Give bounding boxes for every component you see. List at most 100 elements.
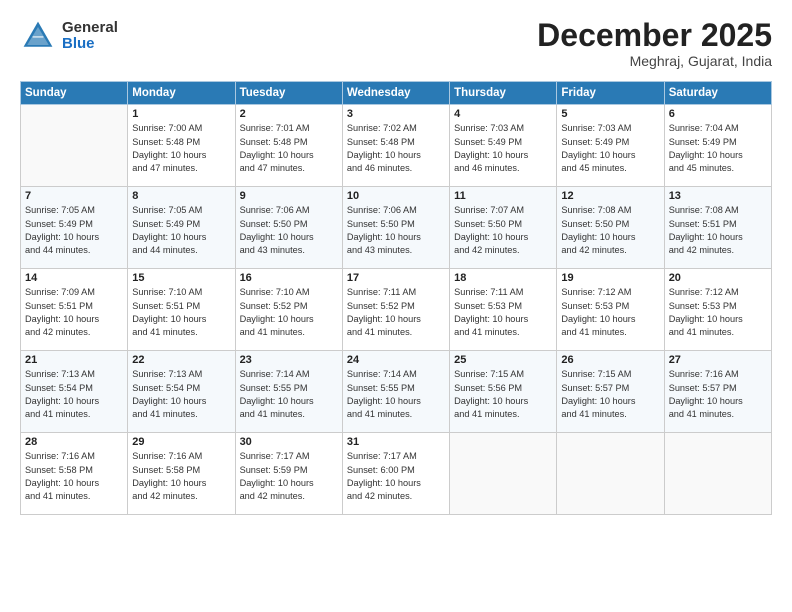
calendar-week-4: 21Sunrise: 7:13 AM Sunset: 5:54 PM Dayli…	[21, 351, 772, 433]
day-info: Sunrise: 7:02 AM Sunset: 5:48 PM Dayligh…	[347, 122, 445, 175]
location-subtitle: Meghraj, Gujarat, India	[537, 53, 772, 69]
calendar-cell: 10 Sunrise: 7:06 AM Sunset: 5:50 PM Dayli…	[342, 187, 449, 269]
col-wednesday: Wednesday	[342, 82, 449, 105]
calendar-cell: 1Sunrise: 7:00 AM Sunset: 5:48 PM Daylig…	[128, 105, 235, 187]
calendar-week-1: 1Sunrise: 7:00 AM Sunset: 5:48 PM Daylig…	[21, 105, 772, 187]
calendar-week-5: 28Sunrise: 7:16 AM Sunset: 5:58 PM Dayli…	[21, 433, 772, 515]
day-info: Sunrise: 7:06 AM Sunset: 5:50 PM Dayligh…	[347, 204, 445, 257]
day-info: Sunrise: 7:11 AM Sunset: 5:53 PM Dayligh…	[454, 286, 552, 339]
calendar-cell: 26Sunrise: 7:15 AM Sunset: 5:57 PM Dayli…	[557, 351, 664, 433]
day-number: 16	[240, 272, 338, 284]
calendar-cell	[664, 433, 771, 515]
calendar-cell: 6 Sunrise: 7:04 AM Sunset: 5:49 PM Daylig…	[664, 105, 771, 187]
day-number: 20	[669, 272, 767, 284]
calendar-cell: 7 Sunrise: 7:05 AM Sunset: 5:49 PM Daylig…	[21, 187, 128, 269]
calendar-cell	[21, 105, 128, 187]
day-number: 25	[454, 354, 552, 366]
calendar-cell: 17 Sunrise: 7:11 AM Sunset: 5:52 PM Dayli…	[342, 269, 449, 351]
calendar-table: Sunday Monday Tuesday Wednesday Thursday…	[20, 81, 772, 515]
day-number: 30	[240, 436, 338, 448]
day-number: 23	[240, 354, 338, 366]
day-number: 10	[347, 190, 445, 202]
col-saturday: Saturday	[664, 82, 771, 105]
day-info: Sunrise: 7:14 AM Sunset: 5:55 PM Dayligh…	[347, 368, 445, 421]
day-info: Sunrise: 7:11 AM Sunset: 5:52 PM Dayligh…	[347, 286, 445, 339]
day-number: 14	[25, 272, 123, 284]
day-info: Sunrise: 7:17 AM Sunset: 5:59 PM Dayligh…	[240, 450, 338, 503]
month-title: December 2025	[537, 18, 772, 53]
calendar-cell: 3 Sunrise: 7:02 AM Sunset: 5:48 PM Daylig…	[342, 105, 449, 187]
day-info: Sunrise: 7:16 AM Sunset: 5:58 PM Dayligh…	[25, 450, 123, 503]
day-info: Sunrise: 7:13 AM Sunset: 5:54 PM Dayligh…	[132, 368, 230, 421]
day-number: 15	[132, 272, 230, 284]
col-sunday: Sunday	[21, 82, 128, 105]
calendar-cell	[557, 433, 664, 515]
col-thursday: Thursday	[450, 82, 557, 105]
day-number: 19	[561, 272, 659, 284]
calendar-cell: 18 Sunrise: 7:11 AM Sunset: 5:53 PM Dayli…	[450, 269, 557, 351]
calendar-cell: 23Sunrise: 7:14 AM Sunset: 5:55 PM Dayli…	[235, 351, 342, 433]
day-info: Sunrise: 7:15 AM Sunset: 5:56 PM Dayligh…	[454, 368, 552, 421]
day-number: 18	[454, 272, 552, 284]
day-info: Sunrise: 7:12 AM Sunset: 5:53 PM Dayligh…	[669, 286, 767, 339]
day-number: 8	[132, 190, 230, 202]
calendar-header: Sunday Monday Tuesday Wednesday Thursday…	[21, 82, 772, 105]
logo-icon	[20, 18, 56, 54]
calendar-cell: 19 Sunrise: 7:12 AM Sunset: 5:53 PM Dayli…	[557, 269, 664, 351]
day-info: Sunrise: 7:05 AM Sunset: 5:49 PM Dayligh…	[132, 204, 230, 257]
day-number: 6	[669, 108, 767, 120]
calendar-cell: 29Sunrise: 7:16 AM Sunset: 5:58 PM Dayli…	[128, 433, 235, 515]
page-container: General Blue December 2025 Meghraj, Guja…	[0, 0, 792, 525]
day-number: 26	[561, 354, 659, 366]
day-info: Sunrise: 7:10 AM Sunset: 5:51 PM Dayligh…	[132, 286, 230, 339]
day-number: 31	[347, 436, 445, 448]
day-info: Sunrise: 7:01 AM Sunset: 5:48 PM Dayligh…	[240, 122, 338, 175]
calendar-cell: 27Sunrise: 7:16 AM Sunset: 5:57 PM Dayli…	[664, 351, 771, 433]
day-number: 12	[561, 190, 659, 202]
calendar-cell: 12 Sunrise: 7:08 AM Sunset: 5:50 PM Dayli…	[557, 187, 664, 269]
day-info: Sunrise: 7:12 AM Sunset: 5:53 PM Dayligh…	[561, 286, 659, 339]
calendar-cell	[450, 433, 557, 515]
day-number: 7	[25, 190, 123, 202]
day-info: Sunrise: 7:08 AM Sunset: 5:50 PM Dayligh…	[561, 204, 659, 257]
calendar-week-2: 7 Sunrise: 7:05 AM Sunset: 5:49 PM Daylig…	[21, 187, 772, 269]
day-number: 5	[561, 108, 659, 120]
day-info: Sunrise: 7:00 AM Sunset: 5:48 PM Dayligh…	[132, 122, 230, 175]
calendar-cell: 30 Sunrise: 7:17 AM Sunset: 5:59 PM Dayli…	[235, 433, 342, 515]
day-info: Sunrise: 7:07 AM Sunset: 5:50 PM Dayligh…	[454, 204, 552, 257]
logo: General Blue	[20, 18, 118, 54]
day-number: 29	[132, 436, 230, 448]
day-number: 3	[347, 108, 445, 120]
calendar-cell: 21Sunrise: 7:13 AM Sunset: 5:54 PM Dayli…	[21, 351, 128, 433]
page-header: General Blue December 2025 Meghraj, Guja…	[20, 18, 772, 69]
calendar-cell: 28Sunrise: 7:16 AM Sunset: 5:58 PM Dayli…	[21, 433, 128, 515]
calendar-cell: 11 Sunrise: 7:07 AM Sunset: 5:50 PM Dayli…	[450, 187, 557, 269]
col-friday: Friday	[557, 82, 664, 105]
day-number: 9	[240, 190, 338, 202]
day-info: Sunrise: 7:16 AM Sunset: 5:57 PM Dayligh…	[669, 368, 767, 421]
day-info: Sunrise: 7:03 AM Sunset: 5:49 PM Dayligh…	[561, 122, 659, 175]
day-info: Sunrise: 7:06 AM Sunset: 5:50 PM Dayligh…	[240, 204, 338, 257]
day-info: Sunrise: 7:13 AM Sunset: 5:54 PM Dayligh…	[25, 368, 123, 421]
calendar-cell: 14Sunrise: 7:09 AM Sunset: 5:51 PM Dayli…	[21, 269, 128, 351]
day-info: Sunrise: 7:03 AM Sunset: 5:49 PM Dayligh…	[454, 122, 552, 175]
day-number: 22	[132, 354, 230, 366]
calendar-week-3: 14Sunrise: 7:09 AM Sunset: 5:51 PM Dayli…	[21, 269, 772, 351]
day-info: Sunrise: 7:05 AM Sunset: 5:49 PM Dayligh…	[25, 204, 123, 257]
calendar-cell: 20 Sunrise: 7:12 AM Sunset: 5:53 PM Dayli…	[664, 269, 771, 351]
calendar-cell: 24 Sunrise: 7:14 AM Sunset: 5:55 PM Dayli…	[342, 351, 449, 433]
header-row: Sunday Monday Tuesday Wednesday Thursday…	[21, 82, 772, 105]
day-info: Sunrise: 7:04 AM Sunset: 5:49 PM Dayligh…	[669, 122, 767, 175]
logo-general-text: General	[62, 20, 118, 37]
calendar-cell: 25 Sunrise: 7:15 AM Sunset: 5:56 PM Dayli…	[450, 351, 557, 433]
col-monday: Monday	[128, 82, 235, 105]
col-tuesday: Tuesday	[235, 82, 342, 105]
day-number: 24	[347, 354, 445, 366]
calendar-cell: 9 Sunrise: 7:06 AM Sunset: 5:50 PM Daylig…	[235, 187, 342, 269]
day-number: 17	[347, 272, 445, 284]
calendar-cell: 8 Sunrise: 7:05 AM Sunset: 5:49 PM Daylig…	[128, 187, 235, 269]
day-info: Sunrise: 7:08 AM Sunset: 5:51 PM Dayligh…	[669, 204, 767, 257]
calendar-cell: 4Sunrise: 7:03 AM Sunset: 5:49 PM Daylig…	[450, 105, 557, 187]
day-number: 11	[454, 190, 552, 202]
calendar-cell: 16Sunrise: 7:10 AM Sunset: 5:52 PM Dayli…	[235, 269, 342, 351]
